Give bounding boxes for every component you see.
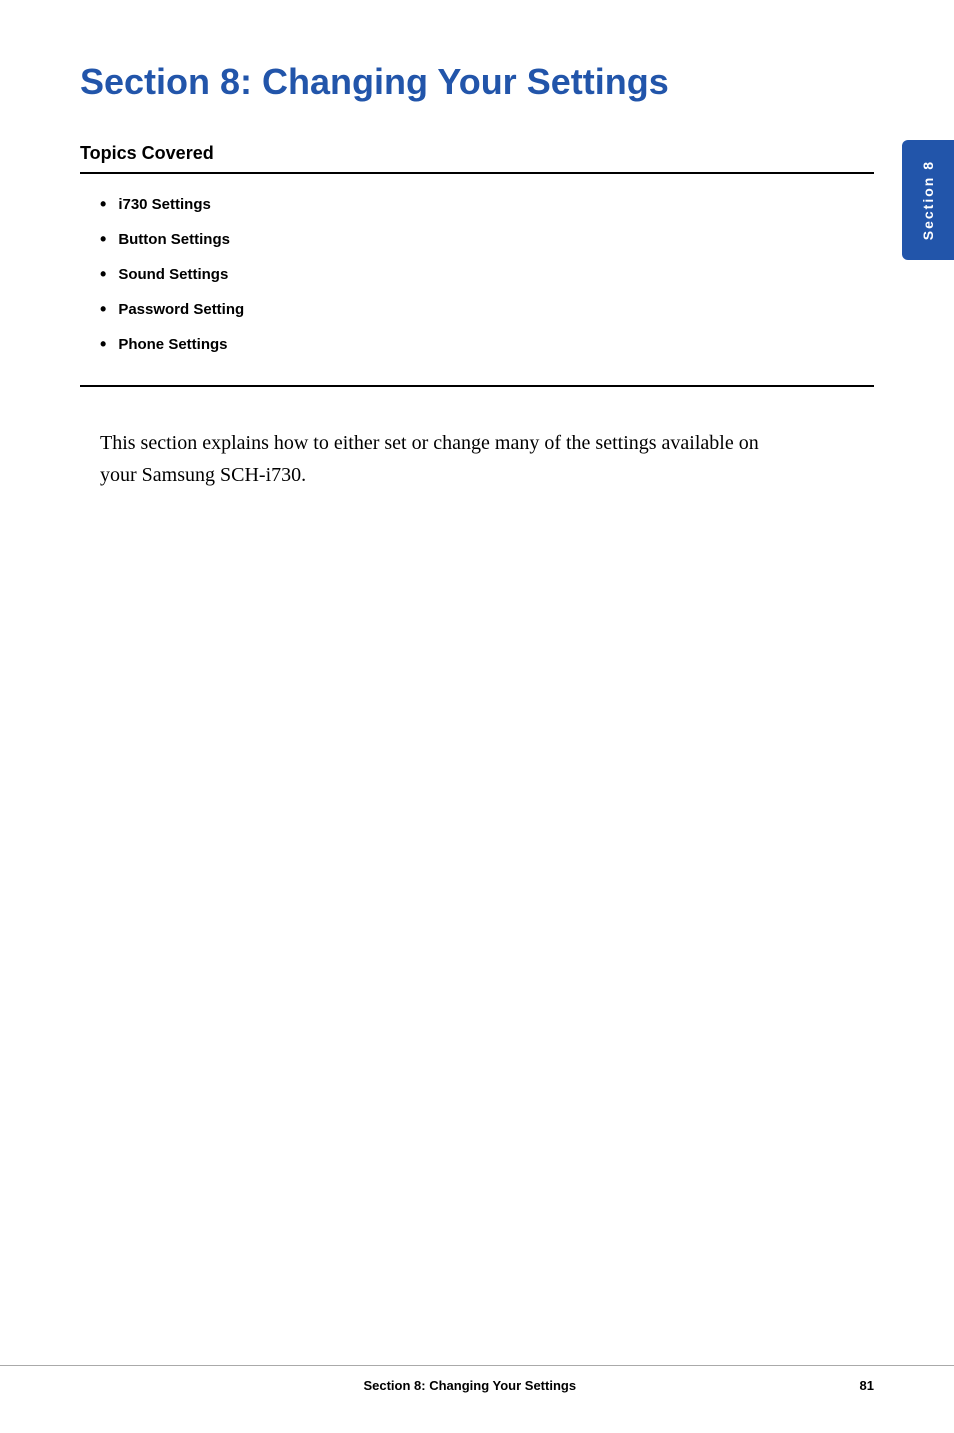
page-container: Section 8: Changing Your Settings Topics… (0, 0, 954, 1433)
topic-label: Phone Settings (118, 336, 227, 353)
topic-label: Button Settings (118, 231, 230, 248)
side-tab: Section 8 (902, 140, 954, 260)
page-title: Section 8: Changing Your Settings (80, 60, 874, 103)
topic-label: Password Setting (118, 301, 244, 318)
topic-label: i730 Settings (118, 196, 211, 213)
topics-list: i730 Settings Button Settings Sound Sett… (100, 194, 874, 355)
list-item: Sound Settings (100, 264, 874, 285)
footer-page-number: 81 (860, 1378, 874, 1393)
list-item: Password Setting (100, 299, 874, 320)
list-item: Phone Settings (100, 334, 874, 355)
page-footer: Section 8: Changing Your Settings 81 (0, 1365, 954, 1393)
topic-label: Sound Settings (118, 266, 228, 283)
footer-title: Section 8: Changing Your Settings (80, 1378, 860, 1393)
section-divider (80, 385, 874, 387)
topics-header: Topics Covered (80, 143, 874, 174)
section-description: This section explains how to either set … (100, 427, 874, 491)
topics-section: Topics Covered i730 Settings Button Sett… (80, 143, 874, 491)
side-tab-label: Section 8 (919, 160, 937, 240)
list-item: Button Settings (100, 229, 874, 250)
list-item: i730 Settings (100, 194, 874, 215)
